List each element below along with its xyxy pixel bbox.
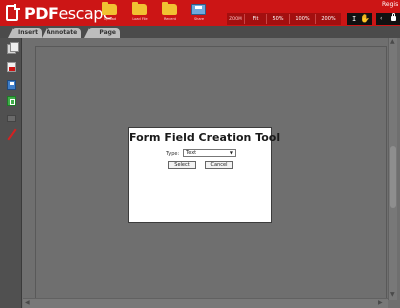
share-tool-label: Share	[193, 17, 205, 21]
print-icon[interactable]	[7, 115, 16, 122]
app-header: PDFescape Upload Load File Recent Share …	[0, 0, 400, 26]
tab-page[interactable]: Page	[84, 28, 120, 38]
lock-icon[interactable]	[391, 13, 396, 21]
vertical-scroll-thumb[interactable]	[390, 146, 396, 208]
zoom-label: ZOOM	[229, 16, 242, 21]
tab-insert[interactable]: Insert	[8, 28, 42, 38]
text-cursor-icon[interactable]: I	[352, 15, 356, 23]
scroll-up-icon[interactable]: ▲	[390, 38, 395, 46]
folder-icon	[102, 2, 117, 15]
chevron-down-icon: ▼	[229, 150, 233, 155]
pen-icon[interactable]	[7, 128, 17, 141]
tab-bar: Insert Annotate Page	[0, 26, 400, 38]
save-icon[interactable]	[7, 80, 16, 90]
left-toolbar	[0, 38, 22, 308]
folder-icon	[132, 2, 147, 15]
zoom-100-button[interactable]: 100%	[289, 14, 315, 24]
recent-tool-button[interactable]: Recent	[155, 2, 185, 24]
register-link[interactable]: Regis	[382, 1, 398, 8]
zoom-bar: ZOOM Fit 50% 100% 200%	[227, 13, 341, 25]
upload-tool-label: Upload	[103, 17, 117, 21]
pages-icon[interactable]	[7, 42, 19, 54]
type-label: Type:	[166, 151, 180, 157]
zoom-50-button[interactable]: 50%	[266, 14, 289, 24]
share-icon	[191, 4, 206, 15]
load-file-tool-label: Load File	[132, 17, 148, 21]
scroll-left-icon[interactable]: ◀	[25, 299, 30, 307]
pdf-icon[interactable]	[7, 62, 16, 72]
pdf-logo-icon	[4, 4, 20, 22]
form-field-dialog: Form Field Creation Tool Type: Text ▼ Se…	[128, 127, 281, 223]
zoom-fit-button[interactable]: Fit	[244, 14, 266, 24]
dialog-title: Form Field Creation Tool	[129, 131, 281, 144]
scroll-right-icon[interactable]: ▶	[378, 299, 383, 307]
zoom-200-button[interactable]: 200%	[315, 14, 341, 24]
arrow-left-icon[interactable]: ‹	[380, 14, 382, 24]
recent-tool-label: Recent	[163, 17, 177, 21]
scroll-down-icon[interactable]: ▼	[390, 291, 395, 299]
download-icon[interactable]	[7, 96, 16, 106]
vertical-scrollbar[interactable]: ▲ ▼	[388, 38, 397, 300]
share-tool-button[interactable]: Share	[184, 2, 214, 24]
tab-annotate[interactable]: Annotate	[42, 28, 81, 38]
horizontal-scrollbar[interactable]: ◀ ▶	[23, 298, 388, 308]
hand-tool-icon[interactable]: ✋	[360, 14, 370, 24]
folder-icon	[162, 2, 177, 15]
type-select-value: Text	[186, 150, 197, 156]
type-select[interactable]: Text ▼	[183, 149, 236, 157]
select-button[interactable]: Select	[168, 161, 196, 169]
load-file-tool-button[interactable]: Load File	[125, 2, 155, 24]
cancel-button[interactable]: Cancel	[205, 161, 233, 169]
upload-tool-button[interactable]: Upload	[95, 2, 125, 24]
